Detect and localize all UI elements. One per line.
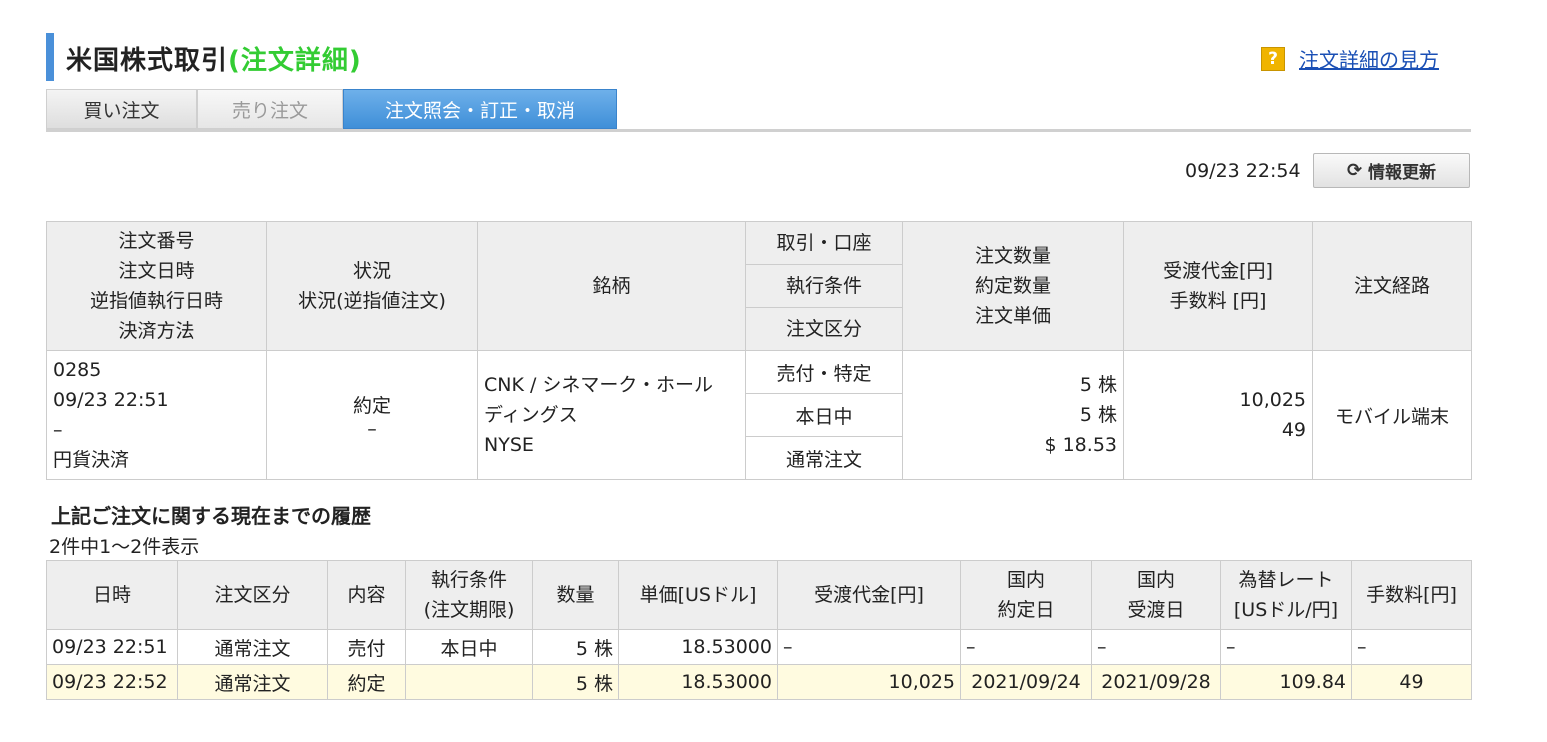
header-trade-account: 取引・口座 xyxy=(745,221,903,265)
route: モバイル端末 xyxy=(1312,350,1472,480)
hist-unit-price: 18.53000 xyxy=(618,664,778,700)
hist-delivery-date: – xyxy=(1091,629,1221,665)
header-settlement: 決済方法 xyxy=(118,320,195,342)
order-info-cell: 0285 09/23 22:51 – 円貨決済 xyxy=(46,350,267,480)
order-status-stop: – xyxy=(367,417,377,440)
hist-settlement-amount: – xyxy=(777,629,961,665)
history-title: 上記ご注文に関する現在までの履歴 xyxy=(51,504,371,528)
order-status: 約定 xyxy=(352,394,391,417)
tab-order-inquiry[interactable]: 注文照会・訂正・取消 xyxy=(343,89,617,129)
history-header-row: 日時 注文区分 内容 執行条件 (注文期限) 数量 単価[USドル] 受渡代金[… xyxy=(46,560,1472,630)
hist-content: 約定 xyxy=(327,664,406,700)
hist-header-fee: 手数料[円] xyxy=(1351,560,1472,630)
hist-datetime: 09/23 22:51 xyxy=(46,629,178,665)
order-qty: 5 株 xyxy=(1079,374,1117,396)
hist-exec-condition: 本日中 xyxy=(405,629,533,665)
history-table: 日時 注文区分 内容 執行条件 (注文期限) 数量 単価[USドル] 受渡代金[… xyxy=(46,560,1472,700)
hist-delivery-date: 2021/09/28 xyxy=(1091,664,1221,700)
hist-fx-rate: – xyxy=(1220,629,1352,665)
hist-header-fx-rate: 為替レート [USドル/円] xyxy=(1220,560,1352,630)
header-route: 注文経路 xyxy=(1312,221,1472,351)
header-order-type: 注文区分 xyxy=(745,307,903,351)
table-row: 09/23 22:52 通常注文 約定 5 株 18.53000 10,025 … xyxy=(46,664,1472,700)
exec-condition: 本日中 xyxy=(745,393,903,437)
hist-header-trade-date: 国内 約定日 xyxy=(960,560,1092,630)
page-title-main: 米国株式取引 xyxy=(66,46,229,76)
hist-fee: 49 xyxy=(1351,664,1472,700)
refresh-icon: ⟳ xyxy=(1346,160,1363,181)
settlement-amount: 10,025 xyxy=(1239,389,1306,411)
status-cell: 約定 – xyxy=(266,350,478,480)
hist-fee: – xyxy=(1351,629,1472,665)
refresh-button[interactable]: ⟳ 情報更新 xyxy=(1313,153,1470,188)
hist-qty: 5 株 xyxy=(532,629,619,665)
hist-header-exec-condition: 執行条件 (注文期限) xyxy=(405,560,533,630)
order-type: 通常注文 xyxy=(745,436,903,480)
header-settlement-amount: 受渡代金[円] xyxy=(1163,260,1273,282)
hist-trade-date: 2021/09/24 xyxy=(960,664,1092,700)
hist-header-settlement-amount: 受渡代金[円] xyxy=(777,560,961,630)
page-title-sub: (注文詳細) xyxy=(228,46,362,76)
symbol-name-line1: CNK / シネマーク・ホール xyxy=(484,374,714,396)
hist-content: 売付 xyxy=(327,629,406,665)
page-title: 米国株式取引(注文詳細) xyxy=(66,40,362,77)
help-area: ? 注文詳細の見方 xyxy=(1261,44,1439,73)
header-order-no: 注文番号 xyxy=(118,230,195,252)
header-filled-qty: 約定数量 xyxy=(974,275,1051,297)
history-count: 2件中1～2件表示 xyxy=(49,536,200,558)
header-status-label: 状況 xyxy=(352,260,391,282)
fee: 49 xyxy=(1281,419,1306,441)
trade-account: 売付・特定 xyxy=(745,350,903,394)
hist-exec-condition xyxy=(405,664,533,700)
hist-settlement-amount: 10,025 xyxy=(777,664,961,700)
hist-order-type: 通常注文 xyxy=(177,664,328,700)
hist-order-type: 通常注文 xyxy=(177,629,328,665)
hist-trade-date: – xyxy=(960,629,1092,665)
quantity-cell: 5 株 5 株 $ 18.53 xyxy=(902,350,1124,480)
header-amount: 受渡代金[円] 手数料 [円] xyxy=(1123,221,1313,351)
title-accent-bar xyxy=(46,33,54,81)
symbol-cell: CNK / シネマーク・ホール ディングス NYSE xyxy=(477,350,746,480)
header-quantity: 注文数量 約定数量 注文単価 xyxy=(902,221,1124,351)
table-row: 09/23 22:51 通常注文 売付 本日中 5 株 18.53000 – –… xyxy=(46,629,1472,665)
hist-qty: 5 株 xyxy=(532,664,619,700)
order-no: 0285 xyxy=(53,359,102,381)
header-order-qty: 注文数量 xyxy=(974,245,1051,267)
symbol-market: NYSE xyxy=(484,434,534,456)
header-fee: 手数料 [円] xyxy=(1169,290,1267,312)
tab-sell-order[interactable]: 売り注文 xyxy=(197,89,343,129)
order-datetime: 09/23 22:51 xyxy=(53,389,169,411)
header-order-datetime: 注文日時 xyxy=(118,260,195,282)
hist-header-datetime: 日時 xyxy=(46,560,178,630)
hist-datetime: 09/23 22:52 xyxy=(46,664,178,700)
header-status-stop: 状況(逆指値注文) xyxy=(298,290,446,312)
help-link[interactable]: 注文詳細の見方 xyxy=(1299,44,1439,73)
header-symbol: 銘柄 xyxy=(477,221,746,351)
stop-datetime: – xyxy=(53,419,63,441)
amount-cell: 10,025 49 xyxy=(1123,350,1313,480)
tab-bar: 買い注文 売り注文 注文照会・訂正・取消 xyxy=(46,89,1471,132)
filled-qty: 5 株 xyxy=(1079,404,1117,426)
hist-fx-rate: 109.84 xyxy=(1220,664,1352,700)
tab-buy-order[interactable]: 買い注文 xyxy=(46,89,197,129)
header-status: 状況 状況(逆指値注文) xyxy=(266,221,478,351)
hist-header-qty: 数量 xyxy=(532,560,619,630)
hist-header-content: 内容 xyxy=(327,560,406,630)
unit-price: $ 18.53 xyxy=(1044,434,1117,456)
header-unit-price: 注文単価 xyxy=(974,305,1051,327)
hist-header-delivery-date: 国内 受渡日 xyxy=(1091,560,1221,630)
symbol-name-line2: ディングス xyxy=(484,404,578,426)
header-exec-condition: 執行条件 xyxy=(745,264,903,308)
hist-header-order-type: 注文区分 xyxy=(177,560,328,630)
help-icon[interactable]: ? xyxy=(1261,46,1285,71)
hist-unit-price: 18.53000 xyxy=(618,629,778,665)
update-timestamp: 09/23 22:54 xyxy=(1185,160,1301,182)
hist-header-unit-price: 単価[USドル] xyxy=(618,560,778,630)
settlement-method: 円貨決済 xyxy=(53,449,130,471)
refresh-button-label: 情報更新 xyxy=(1368,163,1437,183)
header-stop-datetime: 逆指値執行日時 xyxy=(89,290,223,312)
order-detail-table: 注文番号 注文日時 逆指値執行日時 決済方法 状況 状況(逆指値注文) 銘柄 取… xyxy=(46,221,1472,480)
header-order-info: 注文番号 注文日時 逆指値執行日時 決済方法 xyxy=(46,221,267,351)
